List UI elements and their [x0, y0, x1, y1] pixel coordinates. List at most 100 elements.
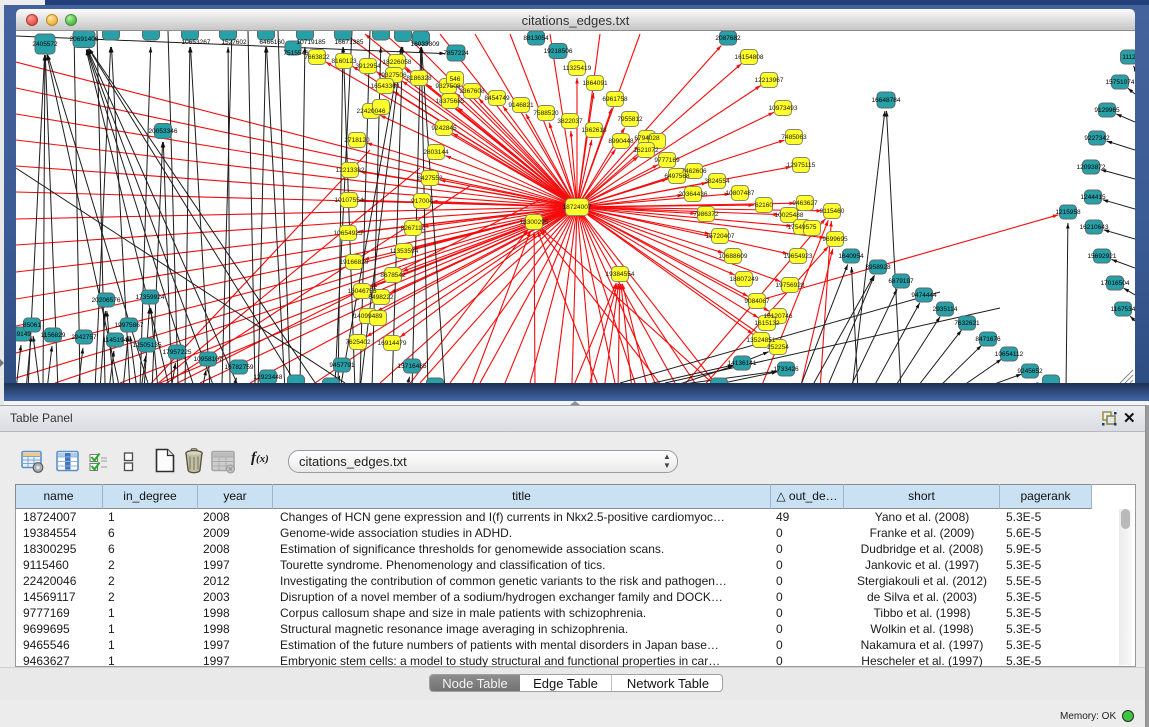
svg-text:17359924: 17359924 — [136, 294, 165, 301]
svg-text:2405572: 2405572 — [32, 41, 58, 48]
svg-text:17549575: 17549575 — [788, 224, 817, 231]
svg-text:8454749: 8454749 — [484, 95, 510, 102]
svg-text:1621072: 1621072 — [633, 147, 659, 154]
svg-text:15716485: 15716485 — [398, 363, 427, 370]
svg-text:6879197: 6879197 — [888, 278, 914, 285]
svg-text:1864091: 1864091 — [582, 80, 608, 87]
svg-text:1733426: 1733426 — [773, 366, 799, 373]
svg-text:2087682: 2087682 — [715, 35, 741, 42]
svg-text:10025488: 10025488 — [775, 212, 804, 219]
svg-text:3824554: 3824554 — [704, 178, 730, 185]
svg-text:22420046: 22420046 — [357, 108, 386, 115]
svg-text:17957225: 17957225 — [163, 349, 192, 356]
svg-text:9474444: 9474444 — [911, 292, 937, 299]
svg-text:16782759: 16782759 — [225, 364, 254, 371]
svg-text:9777169: 9777169 — [654, 157, 680, 164]
svg-text:10654112: 10654112 — [995, 351, 1024, 358]
svg-text:7485063: 7485063 — [781, 134, 807, 141]
svg-text:12923448: 12923448 — [254, 374, 283, 381]
svg-text:9129965: 9129965 — [1094, 107, 1120, 114]
svg-text:19654923: 19654923 — [784, 253, 813, 260]
svg-text:11325419: 11325419 — [563, 65, 592, 72]
svg-text:15720407: 15720407 — [706, 233, 735, 240]
svg-text:2367608: 2367608 — [459, 88, 485, 95]
svg-text:18300295: 18300295 — [520, 219, 549, 226]
svg-text:8678542: 8678542 — [380, 272, 406, 279]
svg-text:1640954: 1640954 — [838, 253, 864, 260]
svg-text:10958107: 10958107 — [194, 356, 223, 363]
svg-text:10973493: 10973493 — [769, 105, 798, 112]
svg-text:20691406: 20691406 — [70, 36, 99, 43]
svg-text:8990448: 8990448 — [608, 138, 634, 145]
svg-text:9084067: 9084067 — [744, 298, 770, 305]
svg-text:6961758: 6961758 — [602, 96, 628, 103]
svg-text:18375685: 18375685 — [436, 98, 465, 105]
svg-text:6794028: 6794028 — [634, 135, 660, 142]
svg-text:8958928: 8958928 — [865, 264, 891, 271]
svg-text:15692921: 15692921 — [1088, 253, 1117, 260]
svg-text:13524851: 13524851 — [747, 337, 776, 344]
svg-text:9463627: 9463627 — [792, 200, 818, 207]
svg-text:252254: 252254 — [767, 344, 789, 351]
svg-text:16648784: 16648784 — [872, 97, 901, 104]
svg-text:1244415: 1244415 — [1080, 194, 1106, 201]
svg-text:6497568: 6497568 — [664, 173, 690, 180]
svg-text:8186328: 8186328 — [406, 75, 432, 82]
svg-text:1156829: 1156829 — [41, 332, 66, 339]
svg-text:18226058: 18226058 — [383, 59, 412, 66]
svg-text:16914479: 16914479 — [378, 340, 407, 347]
svg-text:9327506: 9327506 — [381, 72, 407, 79]
svg-text:9699695: 9699695 — [822, 236, 848, 243]
svg-text:9242845: 9242845 — [431, 125, 457, 132]
svg-text:2718120: 2718120 — [344, 137, 370, 144]
svg-text:1362618: 1362618 — [581, 127, 607, 134]
svg-text:12213382: 12213382 — [336, 167, 365, 174]
svg-text:19166829: 19166829 — [340, 259, 369, 266]
svg-text:17016504: 17016504 — [1101, 280, 1130, 287]
svg-text:20364436: 20364436 — [679, 191, 708, 198]
svg-text:10107554: 10107554 — [335, 197, 364, 204]
svg-text:917004: 917004 — [411, 198, 433, 205]
svg-text:5498222: 5498222 — [368, 294, 394, 301]
svg-text:16210643: 16210643 — [1080, 224, 1109, 231]
svg-text:7632621: 7632621 — [954, 320, 980, 327]
svg-text:19756928: 19756928 — [776, 282, 805, 289]
svg-text:12213967: 12213967 — [755, 77, 784, 84]
svg-text:1615132: 1615132 — [754, 320, 780, 327]
svg-text:9327508: 9327508 — [435, 83, 461, 90]
svg-text:2935114: 2935114 — [933, 306, 958, 313]
svg-text:14099489: 14099489 — [354, 313, 383, 320]
svg-text:16033809: 16033809 — [411, 41, 440, 48]
svg-text:19384554: 19384554 — [606, 271, 635, 278]
svg-text:8267110: 8267110 — [401, 225, 426, 232]
svg-text:6466160: 6466160 — [259, 39, 285, 46]
svg-text:19975867: 19975867 — [115, 322, 144, 329]
svg-text:546: 546 — [450, 76, 461, 83]
svg-text:9146821: 9146821 — [508, 102, 534, 109]
svg-text:10807487: 10807487 — [726, 190, 755, 197]
svg-text:11353594: 11353594 — [390, 248, 419, 255]
svg-text:1167534: 1167534 — [1111, 306, 1135, 313]
svg-text:7588520: 7588520 — [533, 110, 559, 117]
svg-text:19218506: 19218506 — [544, 48, 573, 55]
svg-text:18807249: 18807249 — [730, 276, 759, 283]
svg-text:10653267: 10653267 — [182, 39, 211, 46]
svg-text:16543362: 16543362 — [371, 83, 400, 90]
svg-text:9457791: 9457791 — [329, 362, 355, 369]
svg-text:12975115: 12975115 — [787, 162, 816, 169]
svg-text:10654925: 10654925 — [334, 230, 363, 237]
svg-text:9115460: 9115460 — [820, 208, 845, 215]
svg-text:20206576: 20206576 — [92, 297, 121, 304]
svg-text:1145194: 1145194 — [103, 337, 128, 344]
svg-text:16154808: 16154808 — [735, 54, 764, 61]
svg-text:8813054: 8813054 — [523, 35, 549, 42]
svg-text:10688609: 10688609 — [719, 253, 748, 260]
svg-text:7955812: 7955812 — [617, 116, 643, 123]
svg-text:7625402: 7625402 — [345, 339, 371, 346]
svg-text:2803144: 2803144 — [423, 149, 449, 156]
svg-text:8427552: 8427552 — [417, 175, 443, 182]
svg-text:39149: 39149 — [16, 331, 31, 338]
svg-text:1112: 1112 — [1122, 54, 1135, 61]
svg-text:7857224: 7857224 — [443, 50, 469, 57]
svg-text:9227342: 9227342 — [1084, 135, 1110, 142]
